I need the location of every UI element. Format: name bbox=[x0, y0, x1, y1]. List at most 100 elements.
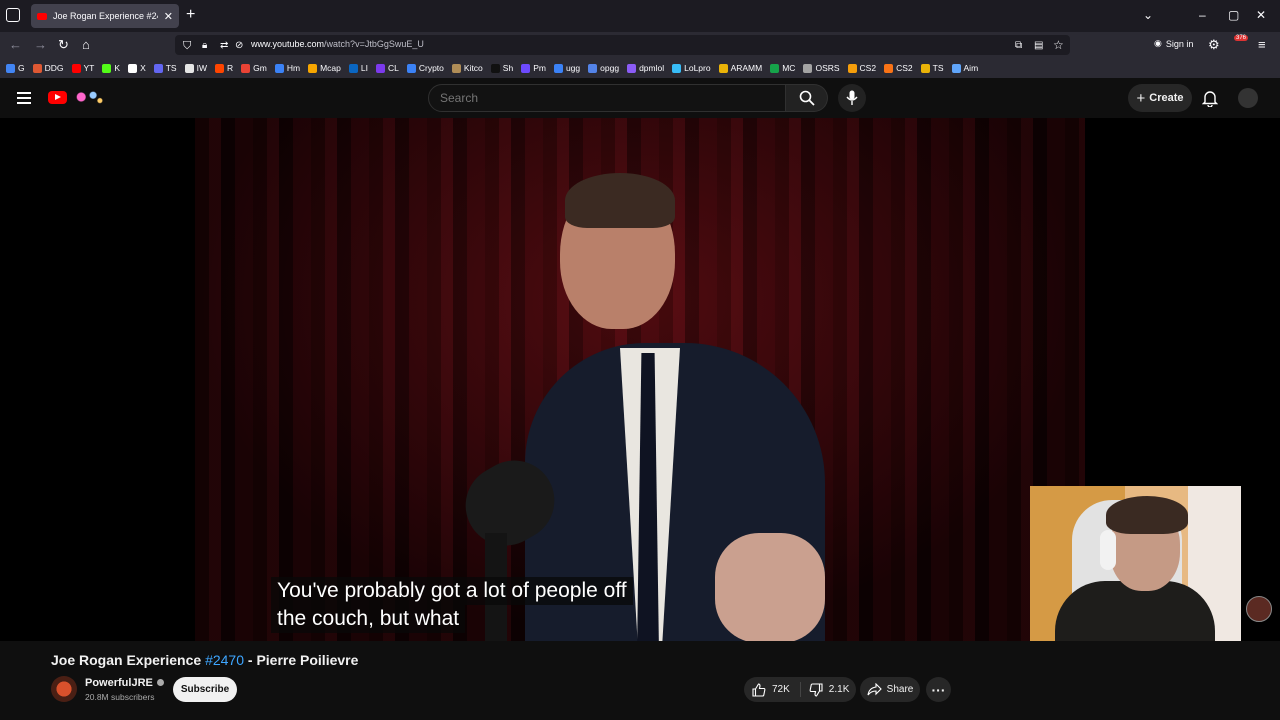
youtube-logo[interactable] bbox=[48, 91, 67, 104]
bookmark-item[interactable]: Sh bbox=[490, 63, 513, 73]
bookmark-item[interactable]: dpmlol bbox=[627, 63, 664, 73]
bookmark-item[interactable]: TS bbox=[920, 63, 944, 73]
like-dislike-group: 72K 2.1K bbox=[744, 677, 856, 702]
tab-list-icon[interactable] bbox=[6, 8, 20, 22]
bookmark-item[interactable]: Gm bbox=[241, 63, 267, 73]
account-avatar[interactable] bbox=[1238, 88, 1258, 108]
bookmark-item[interactable]: X bbox=[128, 63, 146, 73]
bookmark-item[interactable]: IW bbox=[184, 63, 207, 73]
bookmark-item[interactable]: Pm bbox=[521, 63, 546, 73]
verified-icon bbox=[156, 679, 164, 686]
bookmark-item[interactable]: CL bbox=[375, 63, 399, 73]
bookmark-item[interactable]: MC bbox=[770, 63, 795, 73]
bookmark-item[interactable]: opgg bbox=[588, 63, 619, 73]
bookmark-favicon-icon bbox=[770, 63, 780, 73]
channel-avatar[interactable] bbox=[51, 676, 77, 702]
hamburger-menu-icon[interactable] bbox=[17, 92, 31, 104]
bookmark-favicon-icon bbox=[920, 63, 930, 73]
lock-icon[interactable]: 🔒︎ bbox=[202, 38, 207, 54]
bookmark-item[interactable]: DDG bbox=[32, 63, 64, 73]
bookmark-favicon-icon bbox=[241, 63, 251, 73]
home-icon[interactable]: ⌂ bbox=[82, 37, 90, 53]
bookmark-label: LoLpro bbox=[684, 63, 711, 73]
dislike-button[interactable]: 2.1K bbox=[801, 682, 850, 697]
bookmark-item[interactable]: LoLpro bbox=[672, 63, 711, 73]
bookmark-favicon-icon bbox=[718, 63, 728, 73]
video-info: Joe Rogan Experience #2470 - Pierre Poil… bbox=[0, 641, 1280, 720]
account-icon: ◉ bbox=[1154, 38, 1162, 48]
bookmark-item[interactable]: K bbox=[102, 63, 120, 73]
search-button[interactable] bbox=[786, 84, 828, 112]
notifications-bell-icon[interactable] bbox=[1202, 90, 1218, 107]
video-frame bbox=[195, 118, 1085, 641]
like-button[interactable]: 72K bbox=[744, 682, 801, 697]
bookmark-item[interactable]: ugg bbox=[553, 63, 580, 73]
youtube-doodle-icon[interactable] bbox=[71, 88, 105, 106]
bookmark-label: dpmlol bbox=[639, 63, 665, 73]
browser-nav-bar: ← → ↻ ⌂ ⛉ 🔒︎ ⇄ ⊘ www.youtube.com/watch?v… bbox=[0, 32, 1280, 58]
forward-icon[interactable]: → bbox=[34, 37, 47, 53]
close-tab-icon[interactable]: ✕ bbox=[164, 10, 173, 23]
more-actions-icon[interactable]: ··· bbox=[926, 677, 951, 702]
bookmark-label: YT bbox=[83, 63, 95, 73]
video-player[interactable]: You've probably got a lot of people off … bbox=[0, 118, 1280, 641]
share-button[interactable]: Share bbox=[860, 677, 920, 702]
dislike-count: 2.1K bbox=[828, 684, 850, 695]
bookmark-favicon-icon bbox=[672, 63, 682, 73]
bookmark-item[interactable]: CS2 bbox=[847, 63, 876, 73]
tab-overflow-chevron-icon[interactable]: ⌄ bbox=[1143, 8, 1153, 22]
bookmark-favicon-icon bbox=[215, 63, 224, 73]
channel-watermark-icon[interactable] bbox=[1246, 596, 1272, 622]
bookmark-label: CL bbox=[387, 63, 399, 73]
bookmark-item[interactable]: TS bbox=[153, 63, 177, 73]
back-icon[interactable]: ← bbox=[9, 37, 22, 53]
caption-line: the couch, but what bbox=[271, 605, 466, 633]
bookmark-item[interactable]: YT bbox=[71, 63, 95, 73]
reload-icon[interactable]: ↻ bbox=[58, 37, 69, 53]
bookmark-favicon-icon bbox=[274, 63, 284, 73]
plus-icon: + bbox=[1136, 89, 1146, 107]
bookmark-item[interactable]: Kitco bbox=[451, 63, 483, 73]
bookmark-item[interactable]: Hm bbox=[274, 63, 301, 73]
permissions-icon[interactable]: ⇄ bbox=[220, 38, 228, 54]
shield-icon[interactable]: ⛉ bbox=[183, 38, 191, 54]
bookmark-item[interactable]: G bbox=[6, 63, 25, 73]
bookmark-item[interactable]: R bbox=[215, 63, 233, 73]
bookmark-favicon-icon bbox=[153, 63, 163, 73]
search-input[interactable] bbox=[428, 84, 786, 112]
browser-tab-active[interactable]: Joe Rogan Experience #2470 - I ✕ bbox=[31, 4, 179, 28]
bookmark-favicon-icon bbox=[521, 63, 531, 73]
minimize-icon[interactable]: – bbox=[1199, 8, 1206, 22]
maximize-icon[interactable]: ▢ bbox=[1228, 8, 1239, 22]
streamer-webcam-overlay bbox=[1030, 486, 1241, 641]
url-text[interactable]: www.youtube.com/watch?v=JtbGgSwuE_U bbox=[251, 39, 424, 49]
episode-hashtag-link[interactable]: #2470 bbox=[205, 652, 244, 668]
voice-search-button[interactable] bbox=[838, 84, 866, 112]
bookmark-label: Hm bbox=[286, 63, 301, 73]
bookmark-item[interactable]: CS2 bbox=[884, 63, 913, 73]
channel-name[interactable]: PowerfulJRE bbox=[85, 677, 164, 689]
sign-in-button[interactable]: ◉ Sign in bbox=[1154, 38, 1193, 49]
bookmark-item[interactable]: OSRS bbox=[803, 63, 840, 73]
subscribe-button[interactable]: Subscribe bbox=[173, 677, 237, 702]
bookmark-favicon-icon bbox=[6, 63, 15, 73]
new-tab-icon[interactable]: + bbox=[186, 6, 195, 24]
bookmark-item[interactable]: ARAMM bbox=[718, 63, 762, 73]
bookmark-item[interactable]: Crypto bbox=[406, 63, 444, 73]
bookmark-item[interactable]: Mcap bbox=[308, 63, 341, 73]
menu-icon[interactable]: ≡ bbox=[1258, 37, 1266, 53]
tracking-icon[interactable]: ⊘ bbox=[235, 38, 243, 54]
extensions-icon[interactable]: ⚙ bbox=[1208, 37, 1220, 53]
bookmark-label: X bbox=[140, 63, 146, 73]
picture-in-picture-icon[interactable]: ⧉ bbox=[1015, 38, 1022, 54]
reader-view-icon[interactable]: ▤ bbox=[1034, 38, 1043, 54]
bookmark-label: Gm bbox=[253, 63, 267, 73]
create-button[interactable]: + Create bbox=[1128, 84, 1192, 112]
address-bar[interactable]: ⛉ 🔒︎ ⇄ ⊘ www.youtube.com/watch?v=JtbGgSw… bbox=[175, 35, 1070, 55]
url-path: /watch?v=JtbGgSwuE_U bbox=[324, 39, 424, 49]
bookmark-item[interactable]: Aim bbox=[951, 63, 978, 73]
close-window-icon[interactable]: ✕ bbox=[1256, 8, 1266, 22]
video-title: Joe Rogan Experience #2470 - Pierre Poil… bbox=[51, 652, 358, 668]
bookmark-item[interactable]: LI bbox=[348, 63, 368, 73]
bookmark-star-icon[interactable]: ☆ bbox=[1053, 37, 1064, 53]
